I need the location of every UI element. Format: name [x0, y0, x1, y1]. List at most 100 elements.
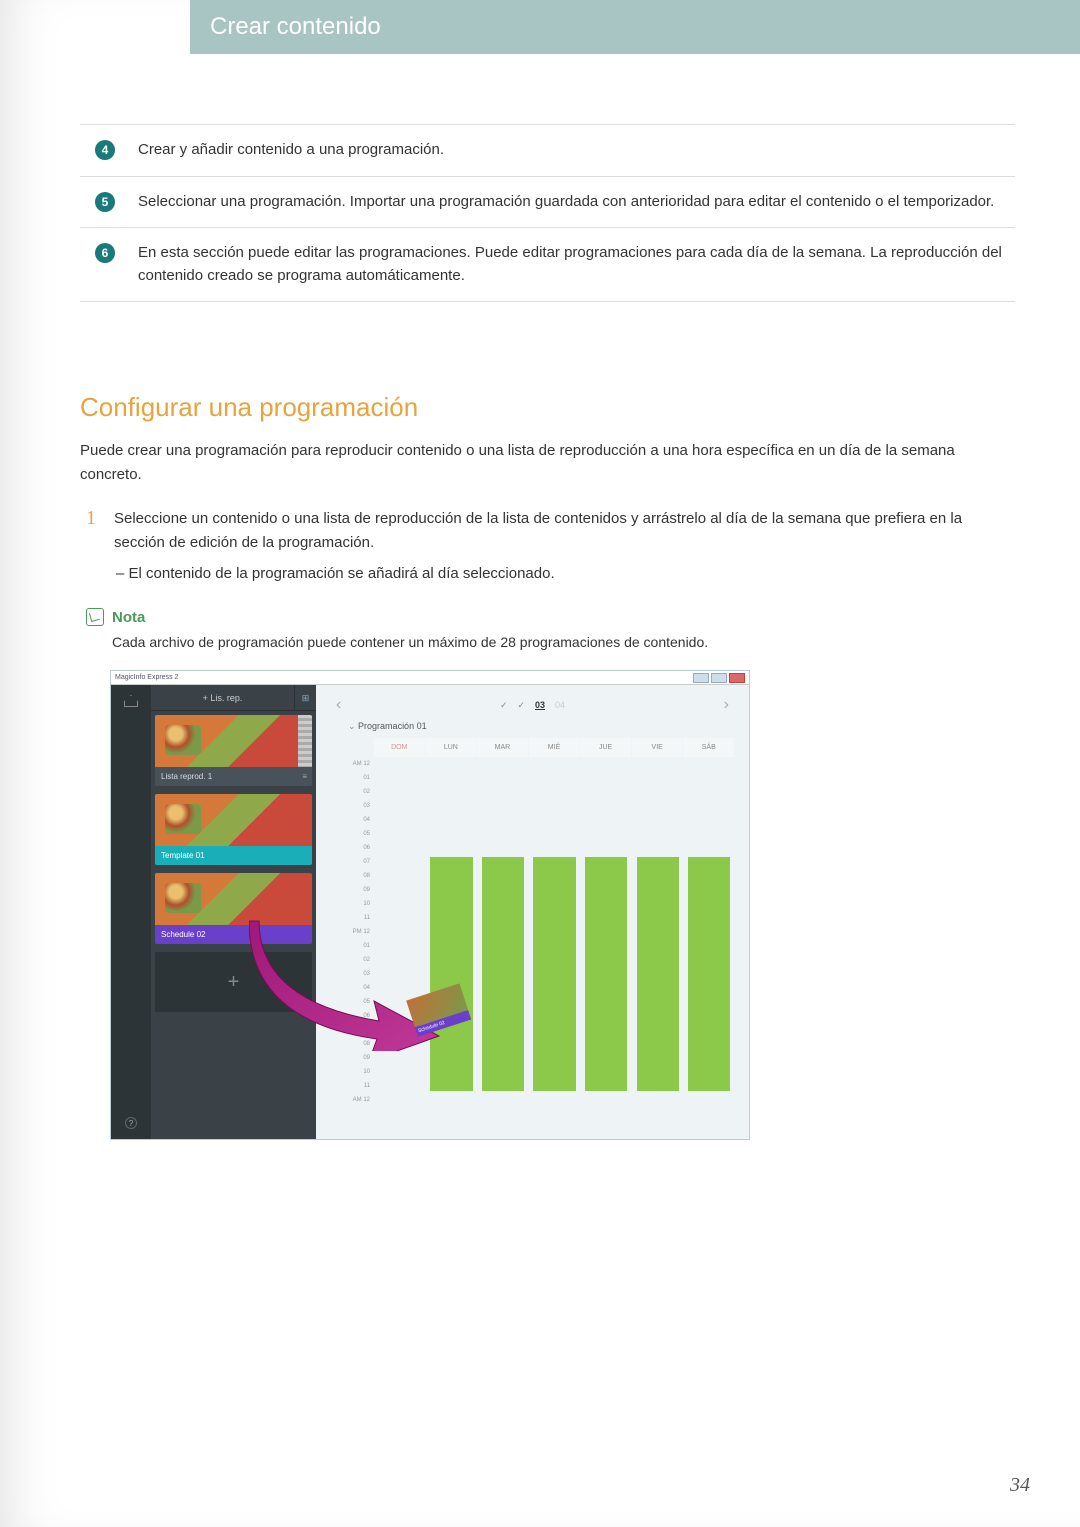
- schedule-editor: ‹ ✓ ✓ 03 04 › Programación 01 DOM LUN: [316, 685, 749, 1139]
- hour-label: 01: [330, 771, 370, 785]
- time-axis: AM 12 01 02 03 04 05 06 07 08 09 10 11: [330, 757, 374, 1131]
- day-jue: JUE: [580, 738, 632, 757]
- step-text: Seleccione un contenido o una lista de r…: [114, 507, 1015, 555]
- day-header: DOM LUN MAR MIÉ JUE VIE SÁB: [374, 738, 735, 757]
- schedule-block[interactable]: [585, 857, 627, 1091]
- hour-label: 05: [330, 995, 370, 1009]
- legend-text-6: En esta sección puede editar las program…: [130, 228, 1015, 302]
- minimize-button[interactable]: [693, 673, 709, 683]
- step-next[interactable]: 04: [555, 700, 565, 710]
- hour-label: 08: [330, 1037, 370, 1051]
- playlist-thumb: [155, 715, 312, 767]
- hour-label: 03: [330, 799, 370, 813]
- close-button[interactable]: [729, 673, 745, 683]
- section-title: Configurar una programación: [80, 392, 1015, 423]
- hour-label: 04: [330, 981, 370, 995]
- schedule-block[interactable]: [533, 857, 575, 1091]
- legend-row-6: 6 En esta sección puede editar las progr…: [80, 228, 1015, 302]
- legend-text-5: Seleccionar una programación. Importar u…: [130, 176, 1015, 228]
- playlist-label: Lista reprod. 1 ≡: [155, 767, 312, 786]
- wizard-steps: ✓ ✓ 03 04: [500, 700, 565, 711]
- grid-view-icon[interactable]: ⊞: [294, 685, 316, 710]
- day-dom: DOM: [374, 738, 426, 757]
- hour-label: 09: [330, 1051, 370, 1065]
- hour-label: 09: [330, 883, 370, 897]
- step-check-2[interactable]: ✓: [517, 700, 525, 711]
- maximize-button[interactable]: [711, 673, 727, 683]
- hour-label: 07: [330, 855, 370, 869]
- add-playlist-button[interactable]: + Lis. rep.: [151, 693, 294, 703]
- schedule-block[interactable]: [482, 857, 524, 1091]
- hour-label: 11: [330, 911, 370, 925]
- app-body: ? + Lis. rep. ⊞ Lista reprod. 1 ≡: [111, 685, 749, 1139]
- legend-text-4: Crear y añadir contenido a una programac…: [130, 125, 1015, 177]
- template-card[interactable]: Template 01: [155, 794, 312, 865]
- note-icon: [86, 608, 104, 626]
- template-thumb: [155, 794, 312, 846]
- hour-label: PM 12: [330, 925, 370, 939]
- hour-label: 06: [330, 841, 370, 855]
- section-intro: Puede crear una programación para reprod…: [80, 439, 1015, 487]
- menu-icon[interactable]: ≡: [302, 772, 306, 781]
- col-jue[interactable]: [580, 757, 632, 1131]
- col-dom[interactable]: [374, 757, 426, 1131]
- breadcrumb: Crear contenido: [210, 13, 381, 41]
- col-mar[interactable]: [477, 757, 529, 1131]
- legend-num-5: 5: [95, 192, 115, 212]
- schedule-grid[interactable]: AM 12 01 02 03 04 05 06 07 08 09 10 11: [330, 757, 735, 1131]
- step-number: 1: [86, 507, 114, 555]
- note-label: Nota: [112, 609, 145, 626]
- content-panel: + Lis. rep. ⊞ Lista reprod. 1 ≡ Template…: [151, 685, 316, 1139]
- day-vie: VIE: [632, 738, 684, 757]
- help-icon[interactable]: ?: [125, 1117, 137, 1129]
- next-icon[interactable]: ›: [718, 696, 735, 714]
- document-page: Crear contenido 4 Crear y añadir conteni…: [0, 0, 1080, 1527]
- schedule-block[interactable]: [688, 857, 730, 1091]
- step-check-1[interactable]: ✓: [500, 700, 508, 711]
- col-sab[interactable]: [683, 757, 735, 1131]
- step-current[interactable]: 03: [535, 700, 545, 710]
- page-content: 4 Crear y añadir contenido a una program…: [0, 54, 1080, 1140]
- schedule-label: Schedule 02: [155, 925, 312, 944]
- hour-label: 03: [330, 967, 370, 981]
- add-item-button[interactable]: +: [155, 952, 312, 1012]
- playlist-card[interactable]: Lista reprod. 1 ≡: [155, 715, 312, 786]
- hour-label: 07: [330, 1023, 370, 1037]
- legend-row-4: 4 Crear y añadir contenido a una program…: [80, 125, 1015, 177]
- home-icon[interactable]: [124, 695, 138, 707]
- hour-label: 02: [330, 953, 370, 967]
- hour-label: 05: [330, 827, 370, 841]
- col-mie[interactable]: [529, 757, 581, 1131]
- template-label: Template 01: [155, 846, 312, 865]
- hour-label: 08: [330, 869, 370, 883]
- note-text: Cada archivo de programación puede conte…: [80, 634, 1015, 650]
- schedule-name[interactable]: Programación 01: [348, 721, 735, 732]
- hour-label: 10: [330, 897, 370, 911]
- legend-num-6: 6: [95, 243, 115, 263]
- playlist-name: Lista reprod. 1: [161, 772, 212, 781]
- hour-label: 11: [330, 1079, 370, 1093]
- prev-icon[interactable]: ‹: [330, 696, 347, 714]
- legend-num-4: 4: [95, 140, 115, 160]
- header-bar: Crear contenido: [190, 0, 1080, 54]
- note-header: Nota: [80, 608, 1015, 626]
- hour-label: 04: [330, 813, 370, 827]
- window-buttons: [693, 673, 745, 683]
- panel-toolbar: + Lis. rep. ⊞: [151, 685, 316, 711]
- schedule-block[interactable]: [430, 857, 472, 1091]
- app-titlebar: MagicInfo Express 2: [111, 671, 749, 685]
- bars-area: [374, 757, 735, 1131]
- hour-label: AM 12: [330, 757, 370, 771]
- schedule-top-bar: ‹ ✓ ✓ 03 04 ›: [330, 693, 735, 717]
- page-number: 34: [1010, 1474, 1030, 1497]
- legend-row-5: 5 Seleccionar una programación. Importar…: [80, 176, 1015, 228]
- step-1: 1 Seleccione un contenido o una lista de…: [80, 507, 1015, 555]
- schedule-thumb: [155, 873, 312, 925]
- hour-label: 01: [330, 939, 370, 953]
- col-vie[interactable]: [632, 757, 684, 1131]
- schedule-card[interactable]: Schedule 02: [155, 873, 312, 944]
- schedule-block[interactable]: [637, 857, 679, 1091]
- day-mie: MIÉ: [529, 738, 581, 757]
- col-lun[interactable]: [426, 757, 478, 1131]
- app-screenshot: MagicInfo Express 2 ? + Lis. rep. ⊞: [110, 670, 750, 1140]
